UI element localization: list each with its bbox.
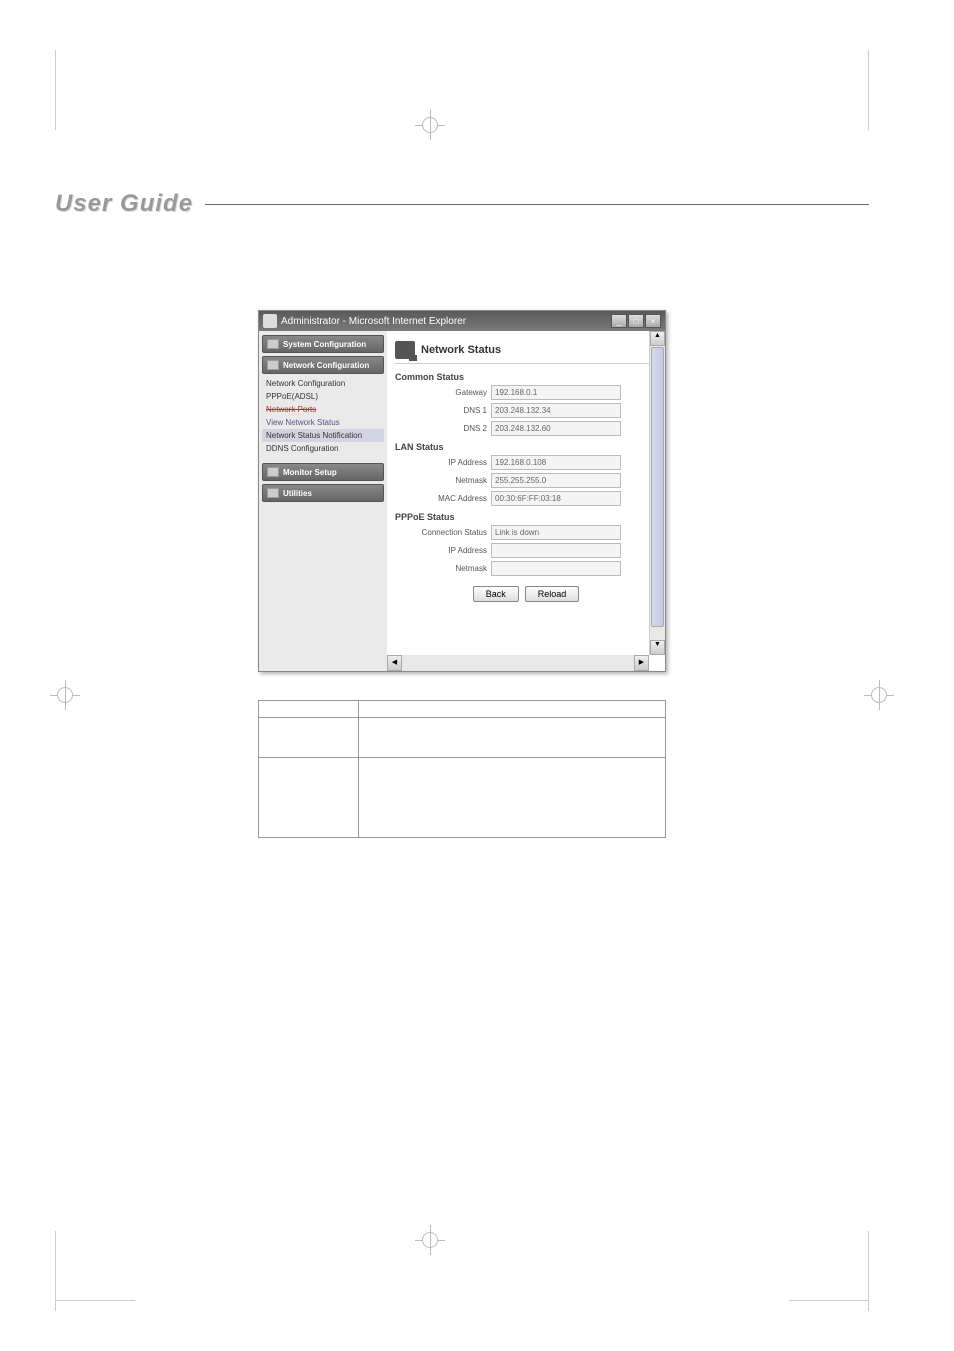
gateway-label: Gateway — [395, 388, 491, 397]
pppoe-ip-label: IP Address — [395, 546, 491, 555]
lan-netmask-label: Netmask — [395, 476, 491, 485]
vertical-scrollbar[interactable]: ▲ ▼ — [649, 331, 665, 655]
scroll-right-arrow[interactable]: ▶ — [634, 655, 649, 671]
sidebar-item-network-config[interactable]: Network Configuration — [262, 377, 384, 390]
registration-mark — [864, 680, 894, 710]
header-title: User Guide — [55, 190, 193, 218]
info-table — [258, 700, 666, 838]
nav-network-configuration[interactable]: Network Configuration — [262, 356, 384, 374]
pppoe-netmask-field — [491, 561, 621, 576]
table-cell — [359, 758, 666, 838]
table-cell — [259, 718, 359, 758]
table-cell — [259, 701, 359, 718]
sidebar-item-network-ports[interactable]: Network Ports — [262, 403, 384, 416]
minimize-button[interactable]: _ — [611, 314, 627, 328]
pppoe-status-heading: PPPoE Status — [395, 512, 657, 522]
ie-icon — [263, 314, 277, 328]
pppoe-conn-field — [491, 525, 621, 540]
table-row — [259, 701, 666, 718]
window-titlebar[interactable]: Administrator - Microsoft Internet Explo… — [259, 311, 665, 331]
sidebar-item-network-status-notification[interactable]: Network Status Notification — [262, 429, 384, 442]
nav-monitor-setup[interactable]: Monitor Setup — [262, 463, 384, 481]
table-cell — [259, 758, 359, 838]
dns1-label: DNS 1 — [395, 406, 491, 415]
horizontal-scrollbar[interactable]: ◀ ▶ — [387, 655, 649, 671]
maximize-button[interactable]: □ — [628, 314, 644, 328]
dns1-field — [491, 403, 621, 418]
lan-status-heading: LAN Status — [395, 442, 657, 452]
crop-mark — [789, 50, 869, 130]
crop-mark — [55, 1231, 135, 1311]
dns2-label: DNS 2 — [395, 424, 491, 433]
close-button[interactable]: × — [645, 314, 661, 328]
nav-label: Monitor Setup — [283, 468, 337, 477]
nav-utilities[interactable]: Utilities — [262, 484, 384, 502]
nav-label: Utilities — [283, 489, 312, 498]
header-divider — [205, 204, 869, 205]
sidebar-item-pppoe[interactable]: PPPoE(ADSL) — [262, 390, 384, 403]
page-header: User Guide — [55, 190, 869, 218]
window-title: Administrator - Microsoft Internet Explo… — [281, 316, 611, 327]
scroll-up-arrow[interactable]: ▲ — [650, 331, 665, 346]
main-panel: Network Status Common Status Gateway DNS… — [387, 331, 665, 671]
table-row — [259, 758, 666, 838]
utilities-icon — [267, 488, 279, 498]
table-cell — [359, 718, 666, 758]
lan-netmask-field — [491, 473, 621, 488]
sidebar-item-view-network-status[interactable]: View Network Status — [262, 416, 384, 429]
crop-mark — [789, 1231, 869, 1311]
scroll-down-arrow[interactable]: ▼ — [650, 640, 665, 655]
network-icon — [267, 360, 279, 370]
registration-mark — [415, 1225, 445, 1255]
common-status-heading: Common Status — [395, 372, 657, 382]
nav-system-configuration[interactable]: System Configuration — [262, 335, 384, 353]
dns2-field — [491, 421, 621, 436]
sidebar: System Configuration Network Configurati… — [259, 331, 387, 671]
lan-mac-label: MAC Address — [395, 494, 491, 503]
scroll-left-arrow[interactable]: ◀ — [387, 655, 402, 671]
lan-ip-field — [491, 455, 621, 470]
crop-mark — [55, 50, 135, 130]
registration-mark — [50, 680, 80, 710]
sidebar-item-ddns[interactable]: DDNS Configuration — [262, 442, 384, 455]
lan-mac-field — [491, 491, 621, 506]
pppoe-ip-field — [491, 543, 621, 558]
pppoe-netmask-label: Netmask — [395, 564, 491, 573]
table-cell — [359, 701, 666, 718]
back-button[interactable]: Back — [473, 586, 519, 602]
registration-mark — [415, 110, 445, 140]
system-icon — [267, 339, 279, 349]
reload-button[interactable]: Reload — [525, 586, 580, 602]
monitor-icon — [267, 467, 279, 477]
panel-title: Network Status — [421, 344, 501, 356]
network-status-icon — [395, 341, 415, 359]
gateway-field — [491, 385, 621, 400]
lan-ip-label: IP Address — [395, 458, 491, 467]
nav-label: Network Configuration — [283, 361, 369, 370]
nav-label: System Configuration — [283, 340, 366, 349]
table-row — [259, 718, 666, 758]
browser-window: Administrator - Microsoft Internet Explo… — [258, 310, 666, 672]
pppoe-conn-label: Connection Status — [395, 528, 491, 537]
scroll-thumb[interactable] — [651, 347, 664, 627]
